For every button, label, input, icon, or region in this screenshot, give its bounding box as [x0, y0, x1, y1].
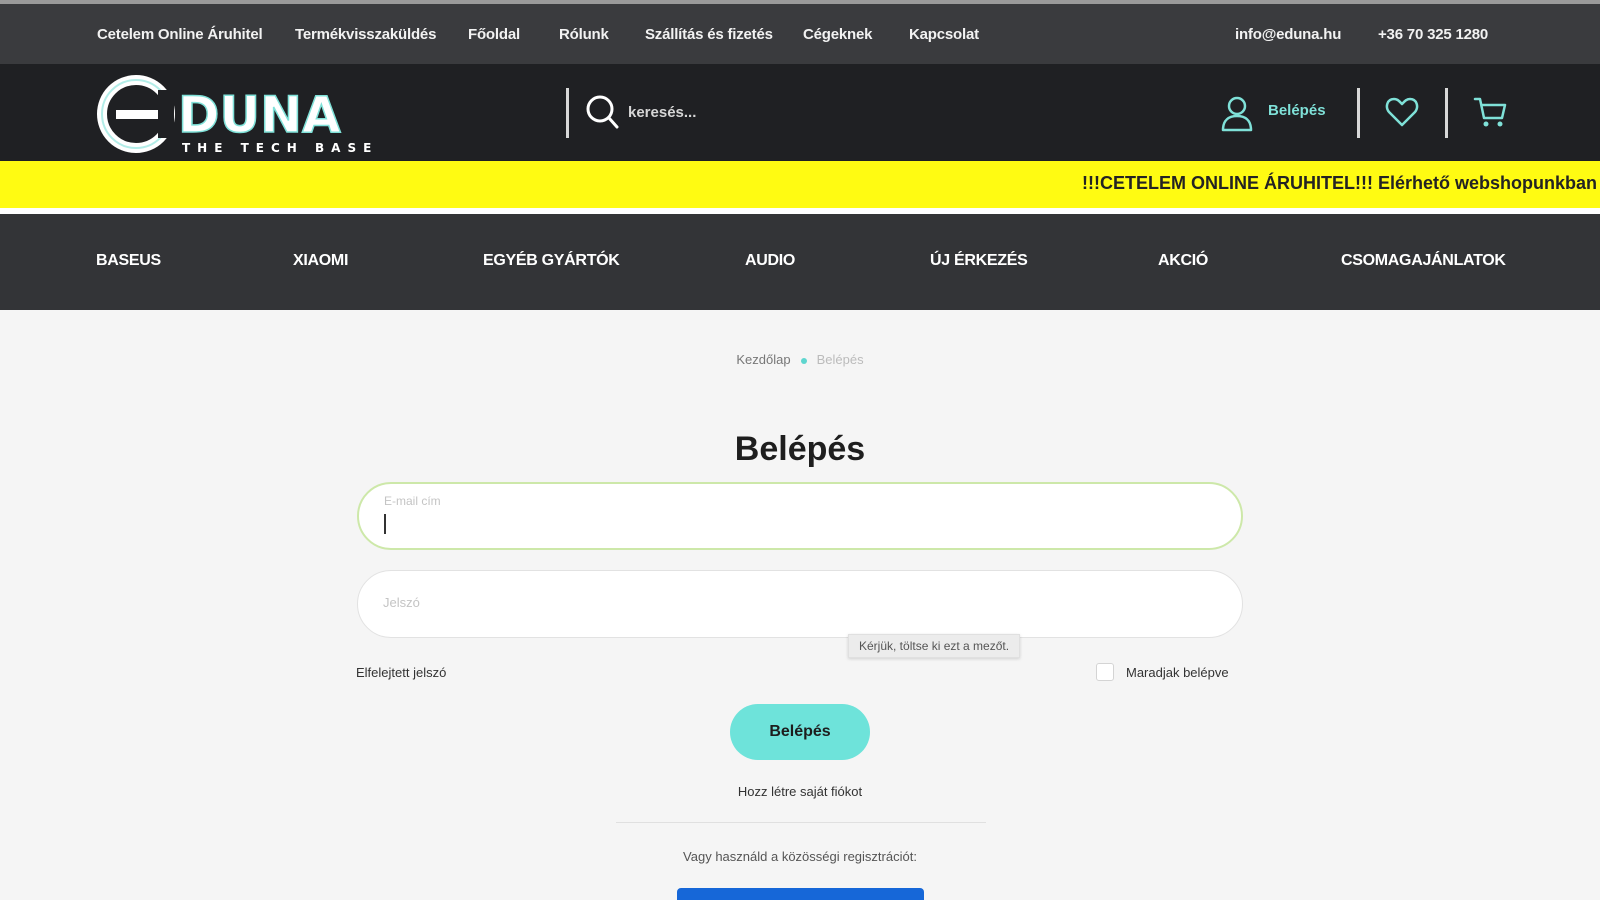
email-input[interactable]	[383, 508, 1203, 538]
topbar-link-returns[interactable]: Termékvisszaküldés	[295, 26, 436, 43]
topbar-email-link[interactable]: info@eduna.hu	[1235, 26, 1341, 43]
category-bundles[interactable]: CSOMAGAJÁNLATOK	[1341, 252, 1506, 270]
top-utility-bar: Cetelem Online Áruhitel Termékvisszaküld…	[0, 0, 1600, 64]
category-new-arrivals[interactable]: ÚJ ÉRKEZÉS	[930, 252, 1028, 270]
header-divider	[1357, 88, 1360, 138]
breadcrumb-home[interactable]: Kezdőlap	[736, 352, 790, 367]
topbar-link-contact[interactable]: Kapcsolat	[909, 26, 979, 43]
remember-me-checkbox[interactable]	[1096, 663, 1114, 681]
category-other-brands[interactable]: EGYÉB GYÁRTÓK	[483, 252, 620, 270]
forgot-password-link[interactable]: Elfelejtett jelszó	[356, 665, 446, 680]
main-header: DUNA THE TECH BASE Belépés	[0, 64, 1600, 161]
search-icon[interactable]	[584, 92, 620, 132]
topbar-link-home[interactable]: Főoldal	[468, 26, 520, 43]
topbar-link-business[interactable]: Cégeknek	[803, 26, 872, 43]
category-baseus[interactable]: BASEUS	[96, 252, 161, 270]
email-field-label: E-mail cím	[384, 494, 441, 508]
topbar-link-about[interactable]: Rólunk	[559, 26, 609, 43]
social-login-text: Vagy használd a közösségi regisztrációt:	[683, 849, 917, 864]
breadcrumb: Kezdőlap Belépés	[0, 352, 1600, 367]
site-logo[interactable]: DUNA THE TECH BASE	[96, 70, 376, 158]
topbar-phone-link[interactable]: +36 70 325 1280	[1378, 26, 1488, 43]
wishlist-heart-icon[interactable]	[1384, 94, 1420, 130]
topbar-link-shipping[interactable]: Szállítás és fizetés	[645, 26, 773, 43]
logo-wordmark: DUNA	[178, 86, 341, 144]
category-audio[interactable]: AUDIO	[745, 252, 795, 270]
email-field[interactable]: E-mail cím	[357, 482, 1243, 550]
category-xiaomi[interactable]: XIAOMI	[293, 252, 348, 270]
search-input[interactable]	[628, 96, 928, 128]
breadcrumb-current: Belépés	[816, 352, 864, 367]
password-input[interactable]	[382, 593, 1202, 623]
header-login-link[interactable]: Belépés	[1268, 102, 1326, 119]
category-sale[interactable]: AKCIÓ	[1158, 252, 1208, 270]
password-field[interactable]: Jelszó	[357, 570, 1243, 638]
breadcrumb-separator-dot	[800, 357, 807, 364]
register-link[interactable]: Hozz létre saját fiókot	[0, 784, 1600, 799]
search-divider	[566, 88, 569, 138]
logo-tagline: THE TECH BASE	[182, 141, 376, 155]
header-divider	[1445, 88, 1448, 138]
social-login-button[interactable]	[677, 888, 924, 900]
promo-ticker: !!!CETELEM ONLINE ÁRUHITEL!!! Elérhető w…	[0, 161, 1600, 208]
login-submit-button[interactable]: Belépés	[730, 704, 870, 760]
cart-icon[interactable]	[1472, 94, 1508, 130]
promo-ticker-text: !!!CETELEM ONLINE ÁRUHITEL!!! Elérhető w…	[1082, 173, 1597, 193]
page-title: Belépés	[734, 430, 866, 468]
category-nav: BASEUS XIAOMI EGYÉB GYÁRTÓK AUDIO ÚJ ÉRK…	[0, 214, 1600, 310]
topbar-link-cetelem[interactable]: Cetelem Online Áruhitel	[97, 26, 263, 43]
remember-me-label[interactable]: Maradjak belépve	[1126, 665, 1229, 680]
user-icon[interactable]	[1220, 94, 1254, 132]
validation-tooltip: Kérjük, töltse ki ezt a mezőt.	[848, 634, 1021, 658]
divider-line	[616, 822, 986, 823]
